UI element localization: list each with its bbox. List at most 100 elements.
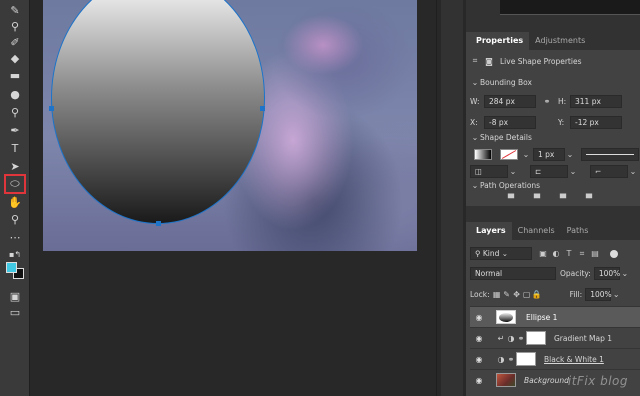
layer-row-black-white[interactable]: ◉ ◑ ⚭ Black & White 1	[470, 348, 640, 369]
transform-icon: ⌗	[472, 56, 478, 65]
foreground-color-swatch[interactable]	[6, 262, 17, 273]
exclude-shape-icon[interactable]: ▀	[584, 194, 594, 203]
opacity-field[interactable]: 100%	[593, 267, 620, 280]
transform-handle[interactable]	[156, 221, 161, 226]
combine-shapes-icon[interactable]: ▀	[506, 194, 516, 203]
chevron-down-icon[interactable]: ⌄	[521, 150, 531, 159]
position-row: X: -8 px Y: -12 px	[470, 116, 640, 129]
filter-toggle[interactable]	[610, 249, 618, 258]
brush-tool-icon[interactable]: ✎	[6, 2, 24, 18]
chevron-down-icon[interactable]: ⌄	[508, 167, 518, 176]
layer-filter-row: ⚲ Kind ⌄ ▣ ◐ T ⌗ ▤	[470, 247, 640, 260]
chevron-down-icon[interactable]: ⌄	[470, 78, 480, 87]
type-filter-icon[interactable]: T	[564, 249, 574, 258]
tab-adjustments[interactable]: Adjustments	[529, 32, 591, 50]
quick-mask-icon[interactable]: ▣	[6, 288, 24, 304]
adjustment-layer-icon: ◑	[507, 333, 515, 343]
lock-position-icon[interactable]: ✥	[512, 290, 522, 299]
y-field[interactable]: -12 px	[570, 116, 622, 129]
chevron-down-icon[interactable]: ⌄	[568, 167, 578, 176]
zoom-icon[interactable]: ⚲	[6, 211, 24, 227]
lock-pixels-icon[interactable]: ✎	[502, 290, 512, 299]
shape-details-section[interactable]: ⌄ Shape Details	[470, 133, 640, 142]
chevron-down-icon[interactable]: ⌄	[611, 290, 621, 299]
path-operations-section[interactable]: ⌄ Path Operations	[470, 181, 640, 190]
chevron-down-icon[interactable]: ⌄	[470, 181, 480, 190]
gradient-icon[interactable]: ▬	[6, 67, 24, 83]
shape-filter-icon[interactable]: ⌗	[577, 249, 587, 259]
smart-object-filter-icon[interactable]: ▤	[590, 249, 600, 258]
clone-stamp-icon[interactable]: ⚲	[6, 18, 24, 34]
link-icon[interactable]: ⚭	[542, 97, 552, 106]
layer-row-gradient-map[interactable]: ◉ ↵ ◑ ⚭ Gradient Map 1	[470, 327, 640, 348]
height-field[interactable]: 311 px	[570, 95, 622, 108]
ellipse-shape[interactable]	[51, 0, 265, 224]
stroke-options-row: ◫ ⌄ ⊏ ⌄ ⌐ ⌄	[470, 165, 640, 178]
tools-panel: ✎ ⚲ ✐ ◆ ▬ ● ⚲ ✒ T ➤ ⬭ ✋ ⚲ ⋯ ▪↰ ▣ ▭	[0, 0, 30, 396]
stroke-type-dropdown[interactable]	[581, 148, 639, 161]
stroke-caps-dropdown[interactable]: ⊏	[530, 165, 568, 178]
mask-thumbnail	[526, 331, 546, 345]
tab-layers[interactable]: Layers	[470, 222, 512, 240]
intersect-shape-icon[interactable]: ▀	[558, 194, 568, 203]
eraser-icon[interactable]: ◆	[6, 50, 24, 66]
photo-image	[43, 0, 417, 251]
default-colors-icon[interactable]: ▪↰	[6, 246, 24, 262]
panel-header-label: Live Shape Properties	[500, 56, 582, 66]
chevron-down-icon[interactable]: ⌄	[628, 167, 638, 176]
dodge-icon[interactable]: ⚲	[6, 104, 24, 120]
document-canvas[interactable]	[30, 0, 436, 396]
tab-paths[interactable]: Paths	[561, 222, 595, 240]
screen-mode-icon[interactable]: ▭	[6, 304, 24, 320]
transform-handle[interactable]	[260, 106, 265, 111]
fill-field[interactable]: 100%	[585, 288, 612, 301]
tab-properties[interactable]: Properties	[470, 32, 530, 50]
eye-icon[interactable]: ◉	[470, 313, 488, 322]
ellipse-tool-icon[interactable]: ⬭	[4, 174, 26, 194]
blur-icon[interactable]: ●	[6, 86, 24, 102]
stroke-align-dropdown[interactable]: ◫	[470, 165, 508, 178]
eye-icon[interactable]: ◉	[470, 376, 488, 385]
stroke-width-field[interactable]: 1 px	[533, 148, 565, 161]
panel-dock-strip	[436, 0, 466, 396]
path-op-buttons: ▀ ▀ ▀ ▀	[470, 194, 640, 203]
kind-filter-dropdown[interactable]: ⚲ Kind ⌄	[470, 247, 532, 260]
photo-thumbnail	[496, 373, 516, 387]
history-brush-icon[interactable]: ✐	[6, 34, 24, 50]
width-field[interactable]: 284 px	[484, 95, 536, 108]
blend-mode-dropdown[interactable]: Normal	[470, 267, 556, 280]
chevron-down-icon[interactable]: ⌄	[565, 150, 575, 159]
eye-icon[interactable]: ◉	[470, 355, 488, 364]
watermark: itFix blog	[567, 374, 628, 388]
artboard-lock-icon[interactable]: ▢	[522, 290, 532, 299]
path-select-icon[interactable]: ➤	[6, 158, 24, 174]
chevron-down-icon[interactable]: ⌄	[620, 269, 630, 278]
right-panels: Properties Adjustments ⌗ ◙ Live Shape Pr…	[466, 0, 640, 396]
type-icon[interactable]: T	[6, 140, 24, 156]
x-field[interactable]: -8 px	[484, 116, 536, 129]
bounding-box-section[interactable]: ⌄ Bounding Box	[470, 78, 640, 87]
link-icon: ⚭	[507, 354, 515, 364]
subtract-shape-icon[interactable]: ▀	[532, 194, 542, 203]
tab-channels[interactable]: Channels	[512, 222, 561, 240]
layer-row-ellipse[interactable]: ◉ Ellipse 1	[470, 306, 640, 327]
layers-tabs: Layers Channels Paths	[470, 222, 640, 240]
live-shape-header: ⌗ ◙ Live Shape Properties	[470, 56, 640, 66]
transform-handle[interactable]	[49, 106, 54, 111]
pixel-filter-icon[interactable]: ▣	[538, 249, 548, 258]
lock-fill-row: Lock: ▦ ✎ ✥ ▢ 🔒 Fill: 100% ⌄	[470, 288, 621, 301]
eye-icon[interactable]: ◉	[470, 334, 488, 343]
stroke-corners-dropdown[interactable]: ⌐	[590, 165, 628, 178]
clip-arrow-icon: ↵	[497, 333, 505, 343]
chevron-down-icon[interactable]: ⌄	[470, 133, 480, 142]
hand-icon[interactable]: ✋	[6, 194, 24, 210]
stroke-swatch[interactable]	[500, 149, 518, 160]
fill-swatch[interactable]	[474, 149, 492, 160]
panel-top-bar	[466, 0, 640, 32]
pen-icon[interactable]: ✒	[6, 122, 24, 138]
size-row: W: 284 px ⚭ H: 311 px	[470, 95, 640, 108]
adjustment-filter-icon[interactable]: ◐	[551, 249, 561, 258]
more-icon[interactable]: ⋯	[6, 229, 24, 245]
lock-all-icon[interactable]: 🔒	[532, 290, 542, 299]
lock-transparent-icon[interactable]: ▦	[492, 290, 502, 299]
